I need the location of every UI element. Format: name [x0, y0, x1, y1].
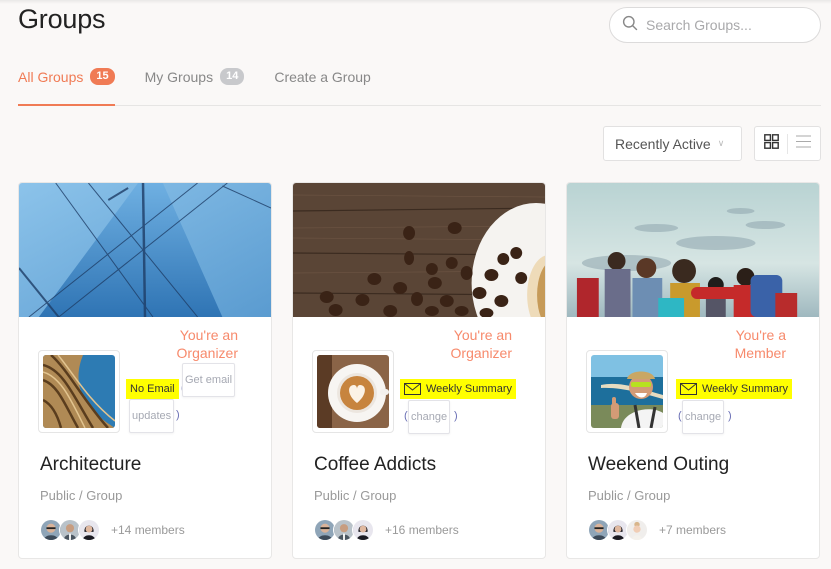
membership-role: You're an Organizer: [402, 326, 512, 362]
paren-close: ): [728, 410, 732, 422]
envelope-icon: [404, 383, 426, 395]
group-card[interactable]: You're a Member Weekly Summary ( change …: [566, 182, 820, 559]
envelope-icon: [680, 383, 702, 395]
group-cover-image[interactable]: [567, 183, 819, 317]
link-text: updates: [132, 410, 172, 422]
change-email-link[interactable]: change: [682, 400, 725, 434]
top-shadow: [0, 0, 831, 4]
tab-count-badge: 15: [90, 68, 115, 85]
email-status-badge: No Email: [126, 379, 179, 399]
member-count: +16 members: [385, 523, 459, 537]
group-card[interactable]: You're an Organizer Weekly Summary ( cha…: [292, 182, 546, 559]
tab-label: My Groups: [144, 68, 214, 85]
role-line: You're an: [179, 327, 238, 343]
tab-all-groups[interactable]: All Groups 15: [18, 60, 115, 106]
membership-role: You're an Organizer: [128, 326, 238, 362]
group-type: Public / Group: [40, 488, 123, 503]
grid-view-button[interactable]: [755, 127, 787, 160]
grid-icon: [763, 133, 779, 154]
sort-selected-value: Recently Active: [615, 135, 711, 152]
search-input[interactable]: [646, 17, 806, 33]
list-view-button[interactable]: [788, 127, 820, 160]
member-count: +14 members: [111, 523, 185, 537]
tab-label: Create a Group: [274, 68, 371, 85]
link-text: Get email: [185, 374, 233, 386]
role-line: Organizer: [176, 345, 238, 361]
paren-close: ): [454, 410, 458, 422]
member-list[interactable]: +16 members: [314, 519, 459, 541]
group-cover-image[interactable]: [293, 183, 545, 317]
email-status-badge: Weekly Summary: [400, 379, 516, 399]
email-status-text: No Email: [130, 383, 175, 395]
group-name[interactable]: Architecture: [40, 454, 141, 476]
page-title: Groups: [18, 4, 106, 34]
view-toggle: [754, 126, 821, 161]
group-card[interactable]: You're an Organizer No Email ( Get email…: [18, 182, 272, 559]
tab-label: All Groups: [18, 68, 84, 85]
role-line: Organizer: [450, 345, 512, 361]
link-text: change: [685, 411, 722, 423]
group-tabs: All Groups 15 My Groups 14 Create a Grou…: [18, 60, 821, 106]
paren-close: ): [176, 409, 180, 421]
email-status-text: Weekly Summary: [426, 383, 512, 395]
tab-create-group[interactable]: Create a Group: [274, 60, 371, 93]
member-avatar: [352, 519, 374, 541]
group-avatar[interactable]: [586, 350, 668, 433]
get-email-updates-link[interactable]: Get email: [182, 363, 236, 397]
email-status-text: Weekly Summary: [702, 383, 788, 395]
group-avatar[interactable]: [312, 350, 394, 433]
group-name[interactable]: Weekend Outing: [588, 454, 729, 476]
list-icon: [796, 135, 812, 153]
member-list[interactable]: +14 members: [40, 519, 185, 541]
search-box[interactable]: [609, 7, 821, 43]
group-type: Public / Group: [314, 488, 397, 503]
role-line: You're an: [453, 327, 512, 343]
group-cover-image[interactable]: [19, 183, 271, 317]
member-avatar: [626, 519, 648, 541]
sort-dropdown[interactable]: Recently Active ∨: [603, 126, 742, 161]
role-line: You're a: [735, 327, 786, 343]
change-email-link[interactable]: change: [408, 400, 451, 434]
link-text: change: [411, 411, 448, 423]
member-list[interactable]: +7 members: [588, 519, 726, 541]
role-line: Member: [734, 345, 786, 361]
get-email-updates-link-continued[interactable]: updates: [129, 399, 175, 433]
chevron-down-icon: ∨: [717, 138, 725, 148]
member-avatar: [78, 519, 100, 541]
membership-role: You're a Member: [676, 326, 786, 362]
group-type: Public / Group: [588, 488, 671, 503]
group-avatar[interactable]: [38, 350, 120, 433]
tab-my-groups[interactable]: My Groups 14: [145, 60, 245, 93]
search-icon: [622, 15, 638, 36]
member-count: +7 members: [659, 523, 727, 537]
email-status-badge: Weekly Summary: [676, 379, 792, 399]
group-name[interactable]: Coffee Addicts: [314, 454, 436, 476]
tab-count-badge: 14: [220, 68, 245, 85]
